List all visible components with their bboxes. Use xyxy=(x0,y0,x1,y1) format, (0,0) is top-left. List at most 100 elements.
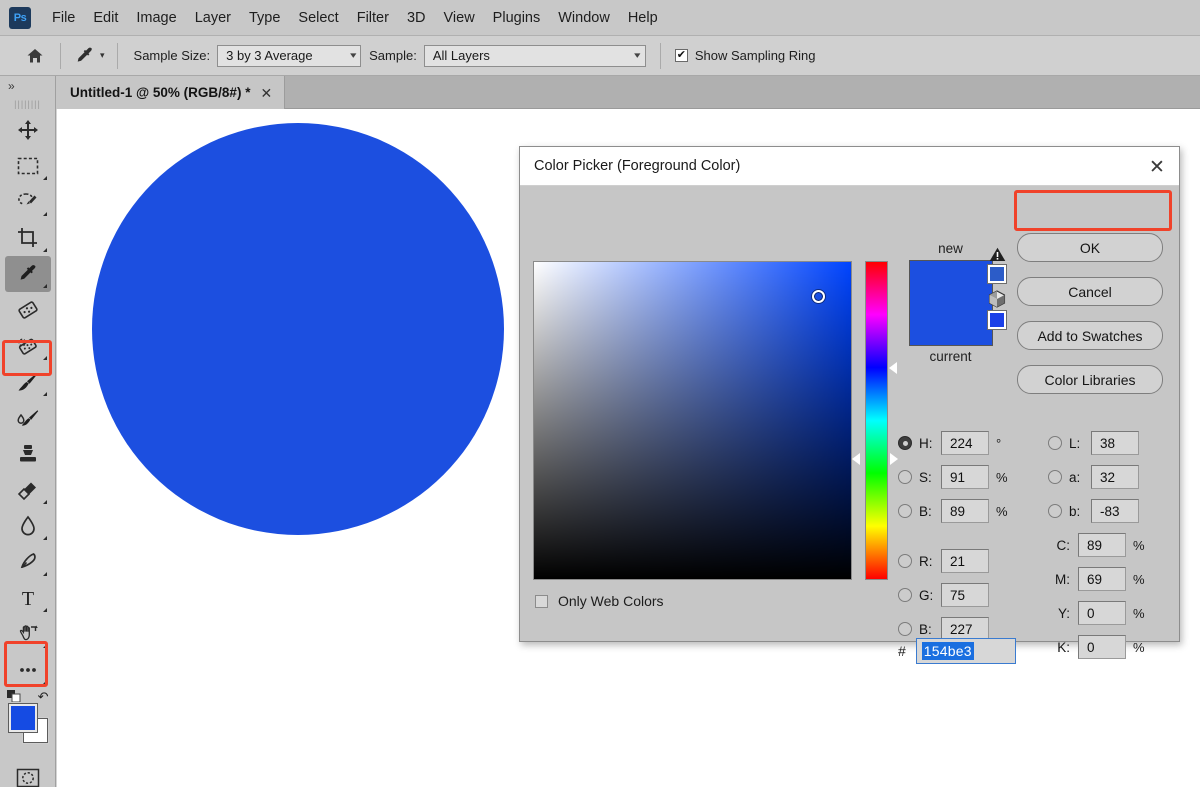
tool-eyedropper[interactable] xyxy=(4,256,51,292)
cyan-input[interactable]: 89 xyxy=(1078,533,1126,557)
document-tab[interactable]: Untitled-1 @ 50% (RGB/8#) * ✕ xyxy=(56,76,286,109)
gamut-warning-swatch[interactable] xyxy=(987,264,1007,284)
hue-slider[interactable] xyxy=(865,261,888,580)
menu-image[interactable]: Image xyxy=(127,6,185,30)
flyout-indicator-icon xyxy=(42,356,47,360)
green-label: G: xyxy=(919,587,934,603)
menu-layer[interactable]: Layer xyxy=(186,6,240,30)
menu-select[interactable]: Select xyxy=(289,6,347,30)
a-input[interactable]: 32 xyxy=(1091,465,1139,489)
tool-move[interactable] xyxy=(5,112,51,148)
hue-slider-marker-right[interactable] xyxy=(890,453,898,466)
home-button[interactable] xyxy=(18,46,52,66)
default-colors-icon[interactable] xyxy=(6,690,21,702)
cancel-button[interactable]: Cancel xyxy=(1017,277,1163,306)
green-input[interactable]: 75 xyxy=(941,583,989,607)
only-web-colors-label: Only Web Colors xyxy=(558,593,664,609)
dialog-titlebar[interactable]: Color Picker (Foreground Color) ✕ xyxy=(520,147,1179,186)
menu-edit[interactable]: Edit xyxy=(84,6,127,30)
radio-b[interactable] xyxy=(1048,504,1062,518)
radio-brightness[interactable] xyxy=(898,504,912,518)
radio-saturation[interactable] xyxy=(898,470,912,484)
menu-3d[interactable]: 3D xyxy=(398,6,435,30)
flyout-indicator-icon xyxy=(42,608,47,612)
current-color-label: current xyxy=(929,349,972,364)
red-input[interactable]: 21 xyxy=(941,549,989,573)
gamut-warning[interactable] xyxy=(983,247,1011,284)
sample-select[interactable]: All Layers ▾ xyxy=(423,44,646,67)
web-safe-swatch[interactable] xyxy=(987,310,1007,330)
tool-patch[interactable] xyxy=(5,328,51,364)
quick-mask-toggle[interactable] xyxy=(5,760,51,787)
show-sampling-ring-toggle[interactable]: ✔ Show Sampling Ring xyxy=(674,48,816,63)
menu-window[interactable]: Window xyxy=(549,6,619,30)
web-safe-warning[interactable] xyxy=(983,290,1011,330)
radio-hue[interactable] xyxy=(898,436,912,450)
radio-blue[interactable] xyxy=(898,622,912,636)
menu-view[interactable]: View xyxy=(435,6,484,30)
tool-eraser[interactable] xyxy=(5,472,51,508)
radio-green[interactable] xyxy=(898,588,912,602)
menu-help[interactable]: Help xyxy=(619,6,667,30)
hex-input[interactable]: 154be3 xyxy=(915,638,1016,664)
active-tool-chip[interactable]: ▾ xyxy=(69,42,109,70)
tool-blur[interactable] xyxy=(5,508,51,544)
menu-filter[interactable]: Filter xyxy=(348,6,398,30)
chevron-down-icon: ▾ xyxy=(349,50,357,60)
radio-red[interactable] xyxy=(898,554,912,568)
radio-a[interactable] xyxy=(1048,470,1062,484)
svg-text:T: T xyxy=(21,588,33,609)
tool-edit-toolbar[interactable] xyxy=(5,652,51,688)
tool-mixer-brush[interactable] xyxy=(5,400,51,436)
menu-type[interactable]: Type xyxy=(240,6,289,30)
field-row-green: G: 75 xyxy=(898,581,1012,609)
yellow-input[interactable]: 0 xyxy=(1078,601,1126,625)
type-t-icon: T xyxy=(21,588,33,609)
close-icon[interactable]: ✕ xyxy=(260,86,272,100)
sample-size-select[interactable]: 3 by 3 Average ▾ xyxy=(217,44,362,67)
document-tab-bar: Untitled-1 @ 50% (RGB/8#) * ✕ xyxy=(0,76,1200,109)
saturation-input[interactable]: 91 xyxy=(941,465,989,489)
swap-colors-icon[interactable]: ↶ xyxy=(38,689,49,705)
chevron-down-icon[interactable]: ▾ xyxy=(100,50,105,61)
color-swatches[interactable]: ↶ xyxy=(5,689,51,746)
add-to-swatches-button[interactable]: Add to Swatches xyxy=(1017,321,1163,350)
sample-size-value: 3 by 3 Average xyxy=(226,48,313,63)
tool-rectangular-marquee[interactable] xyxy=(5,148,51,184)
menu-plugins[interactable]: Plugins xyxy=(484,6,550,30)
lightness-input[interactable]: 38 xyxy=(1091,431,1139,455)
color-libraries-button[interactable]: Color Libraries xyxy=(1017,365,1163,394)
close-icon[interactable]: ✕ xyxy=(1145,155,1169,179)
hue-input[interactable]: 224 xyxy=(941,431,989,455)
tool-clone-stamp[interactable] xyxy=(5,436,51,472)
eraser-icon xyxy=(17,482,36,501)
radio-lightness[interactable] xyxy=(1048,436,1062,450)
color-picker-dialog: Color Picker (Foreground Color) ✕ Only W… xyxy=(519,146,1180,664)
black-input[interactable]: 0 xyxy=(1078,635,1126,659)
dialog-body: Only Web Colors new current OK Cancel Ad… xyxy=(520,186,1179,664)
foreground-color-swatch[interactable] xyxy=(7,703,38,733)
sample-label: Sample: xyxy=(369,48,417,63)
b-input[interactable]: -83 xyxy=(1091,499,1139,523)
menu-file[interactable]: File xyxy=(43,6,84,30)
hue-slider-marker-left[interactable] xyxy=(852,453,860,466)
tool-lasso[interactable] xyxy=(5,184,51,220)
tool-crop[interactable] xyxy=(5,220,51,256)
magenta-input[interactable]: 69 xyxy=(1078,567,1126,591)
only-web-colors-toggle[interactable]: Only Web Colors xyxy=(535,593,664,609)
web-cube-icon xyxy=(988,290,1006,308)
collapse-toolbar-button[interactable]: » xyxy=(0,76,55,96)
tool-hand[interactable] xyxy=(5,616,51,652)
divider xyxy=(60,42,61,69)
blue-circle-shape[interactable] xyxy=(92,123,504,535)
ok-button[interactable]: OK xyxy=(1017,233,1163,262)
tool-brush[interactable] xyxy=(5,364,51,400)
tool-spot-healing-brush[interactable] xyxy=(5,292,51,328)
toolbar-grip[interactable]: |||||||| xyxy=(0,96,55,112)
magenta-unit: % xyxy=(1133,571,1145,587)
tool-pen[interactable] xyxy=(5,544,51,580)
saturation-brightness-field[interactable] xyxy=(533,261,852,580)
brightness-input[interactable]: 89 xyxy=(941,499,989,523)
black-label: K: xyxy=(1057,639,1070,655)
tool-type[interactable]: T xyxy=(5,580,51,616)
